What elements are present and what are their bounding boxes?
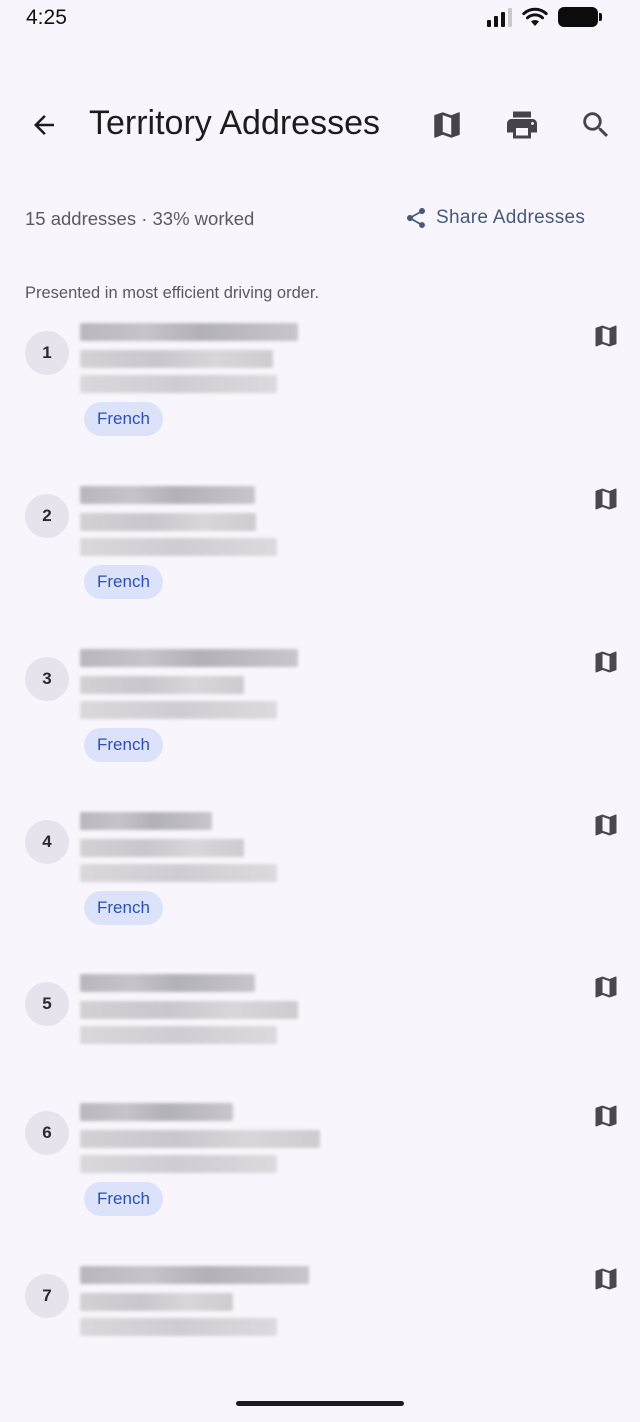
share-addresses-label: Share Addresses <box>436 207 586 228</box>
address-item[interactable]: 1 French <box>0 323 640 491</box>
language-chip[interactable]: French <box>84 1182 163 1216</box>
redacted-line <box>80 1001 298 1019</box>
map-icon <box>595 1268 617 1290</box>
address-number-badge: 4 <box>25 820 69 864</box>
address-item[interactable]: 4 French <box>0 812 640 980</box>
map-icon <box>595 1105 617 1127</box>
address-number-badge: 1 <box>25 331 69 375</box>
redacted-line <box>80 1103 233 1121</box>
search-button[interactable] <box>574 105 618 145</box>
redacted-line <box>80 676 244 694</box>
arrow-left-icon <box>34 115 54 135</box>
address-number-badge: 2 <box>25 494 69 538</box>
address-map-button[interactable] <box>586 642 626 682</box>
battery-icon <box>558 7 602 27</box>
address-text-redacted <box>80 643 320 729</box>
language-chip[interactable]: French <box>84 891 163 925</box>
address-text-redacted <box>80 480 320 566</box>
redacted-line <box>80 812 212 830</box>
status-icons <box>487 7 602 27</box>
address-map-button[interactable] <box>586 479 626 519</box>
address-item[interactable]: 6 French <box>0 1103 640 1271</box>
address-map-button[interactable] <box>586 316 626 356</box>
redacted-line <box>80 1293 233 1311</box>
redacted-line <box>80 864 277 882</box>
address-number-badge: 5 <box>25 982 69 1026</box>
address-map-button[interactable] <box>586 1096 626 1136</box>
redacted-line <box>80 486 255 504</box>
redacted-line <box>80 701 277 719</box>
address-text-redacted <box>80 968 320 1054</box>
search-icon <box>583 112 609 138</box>
redacted-line <box>80 839 244 857</box>
screen: 4:25 Territory Addresses 15 addresses · … <box>0 0 640 1422</box>
redacted-line <box>80 350 273 368</box>
redacted-line <box>80 538 277 556</box>
redacted-line <box>80 1266 309 1284</box>
cellular-signal-icon <box>487 7 512 27</box>
redacted-line <box>80 974 255 992</box>
redacted-line <box>80 1155 277 1173</box>
address-map-button[interactable] <box>586 967 626 1007</box>
redacted-line <box>80 649 298 667</box>
page-title: Territory Addresses <box>89 104 380 142</box>
share-icon <box>407 208 425 228</box>
address-summary: 15 addresses · 33% worked <box>25 208 255 229</box>
print-button[interactable] <box>500 105 544 145</box>
address-text-redacted <box>80 1260 320 1346</box>
status-bar: 4:25 <box>0 0 640 40</box>
redacted-line <box>80 513 256 531</box>
home-indicator[interactable] <box>236 1401 404 1406</box>
language-chip[interactable]: French <box>84 565 163 599</box>
map-icon <box>595 976 617 998</box>
address-item[interactable]: 3 French <box>0 649 640 817</box>
wifi-icon <box>522 7 548 26</box>
redacted-line <box>80 323 298 341</box>
redacted-line <box>80 1130 320 1148</box>
address-item[interactable]: 2 French <box>0 486 640 654</box>
app-bar: Territory Addresses <box>0 90 640 160</box>
driving-order-hint: Presented in most efficient driving orde… <box>25 284 320 302</box>
redacted-line <box>80 375 277 393</box>
map-icon <box>434 112 460 138</box>
address-text-redacted <box>80 806 320 892</box>
language-chip[interactable]: French <box>84 402 163 436</box>
map-icon <box>595 814 617 836</box>
redacted-line <box>80 1026 277 1044</box>
back-button[interactable] <box>24 105 64 145</box>
language-chip[interactable]: French <box>84 728 163 762</box>
map-icon <box>595 325 617 347</box>
map-button[interactable] <box>425 105 469 145</box>
address-map-button[interactable] <box>586 805 626 845</box>
address-number-badge: 3 <box>25 657 69 701</box>
share-addresses-button[interactable]: Share Addresses <box>404 206 585 230</box>
address-item[interactable]: 7 <box>0 1266 640 1422</box>
address-number-badge: 7 <box>25 1274 69 1318</box>
printer-icon <box>507 111 537 139</box>
address-text-redacted <box>80 317 320 403</box>
address-number-badge: 6 <box>25 1111 69 1155</box>
address-map-button[interactable] <box>586 1259 626 1299</box>
status-time: 4:25 <box>26 6 67 29</box>
address-text-redacted <box>80 1097 320 1183</box>
map-icon <box>595 651 617 673</box>
map-icon <box>595 488 617 510</box>
redacted-line <box>80 1318 277 1336</box>
